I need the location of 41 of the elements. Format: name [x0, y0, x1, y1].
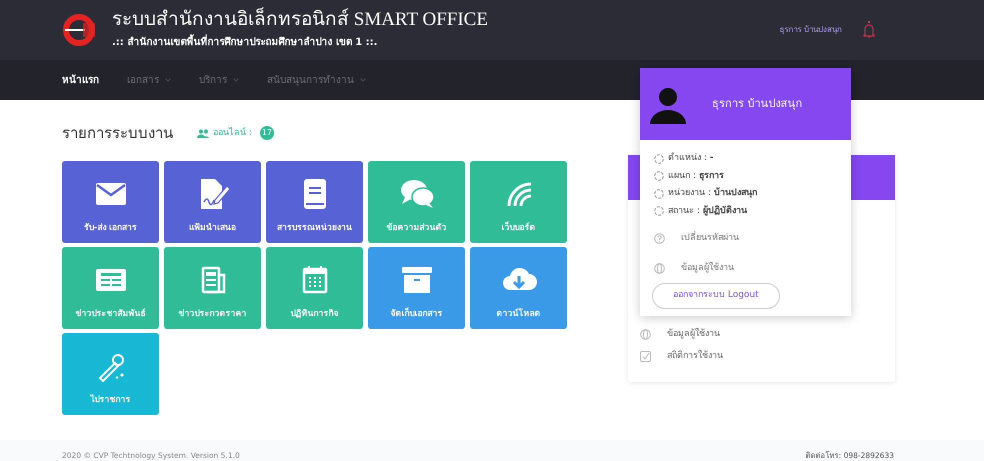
logo-icon	[62, 13, 96, 47]
nav-tab[interactable]: สนับสนุนการทำงาน	[267, 72, 366, 88]
app-tile[interactable]: เว็บบอร์ด	[470, 160, 567, 242]
logout-button[interactable]: ออกจากระบบ Logout	[652, 283, 780, 308]
checkbox-icon	[640, 350, 651, 362]
spinner-icon	[654, 206, 664, 216]
profile-detail: แผนก : ธุรการ	[668, 170, 724, 183]
profile-detail: หน่วยงาน : บ้านปงสนุก	[668, 187, 757, 200]
profile-detail: สถานะ : ผู้ปฏิบัติงาน	[668, 204, 747, 218]
card-menu-link[interactable]: ข้อมูลผู้ใช้งาน	[640, 328, 895, 342]
section-title: รายการระบบงาน	[62, 123, 173, 144]
users-icon	[197, 128, 209, 138]
app-subtitle: .:: สำนักงานเขตพื้นที่การศึกษาประถมศึกษาลำปาง เขต 1 ::.	[112, 34, 780, 50]
nav-tab[interactable]: เอกสาร	[127, 72, 171, 88]
app-tile[interactable]: ข่าวประชาสัมพันธ์	[62, 246, 159, 328]
dropdown-link[interactable]: เปลี่ยนรหัสผ่าน	[654, 232, 851, 246]
app-tile[interactable]: ไปราชการ	[62, 332, 159, 414]
app-tile[interactable]: แฟ้มนำเสนอ	[164, 160, 261, 242]
app-tile[interactable]: สารบรรณหน่วยงาน	[266, 160, 363, 242]
globe-icon	[654, 262, 665, 274]
spinner-icon	[654, 154, 664, 164]
app-tile[interactable]: ข้อความส่วนตัว	[368, 160, 465, 242]
app-tile[interactable]: ดาวน์โหลด	[470, 246, 567, 328]
help-icon	[654, 233, 665, 244]
nav-tab[interactable]: บริการ	[199, 72, 239, 88]
user-name: ธุรการ บ้านปงสนุก	[712, 96, 802, 112]
profile-detail: ตำแหน่ง : -	[668, 152, 714, 165]
bell-icon[interactable]	[862, 20, 876, 40]
spinner-icon	[654, 171, 664, 182]
app-tile[interactable]: รับ-ส่ง เอกสาร	[62, 160, 159, 242]
app-tile[interactable]: จัดเก็บเอกสาร	[368, 246, 465, 328]
online-label: ออนไลน์ :	[213, 126, 252, 140]
app-tile[interactable]: ปฏิทินการกิจ	[266, 246, 363, 328]
card-menu-link[interactable]: สถิติการใช้งาน	[640, 350, 895, 363]
user-name-link[interactable]: ธุรการ บ้านปงสนุก	[779, 24, 842, 36]
app-tile[interactable]: ข่าวประกวดราคา	[164, 246, 261, 328]
dropdown-link[interactable]: ข้อมูลผู้ใช้งาน	[654, 262, 851, 275]
spinner-icon	[654, 188, 664, 199]
online-count-badge: 17	[260, 126, 274, 140]
nav-tab[interactable]: หน้าแรก	[62, 72, 99, 88]
globe-icon	[640, 329, 651, 340]
